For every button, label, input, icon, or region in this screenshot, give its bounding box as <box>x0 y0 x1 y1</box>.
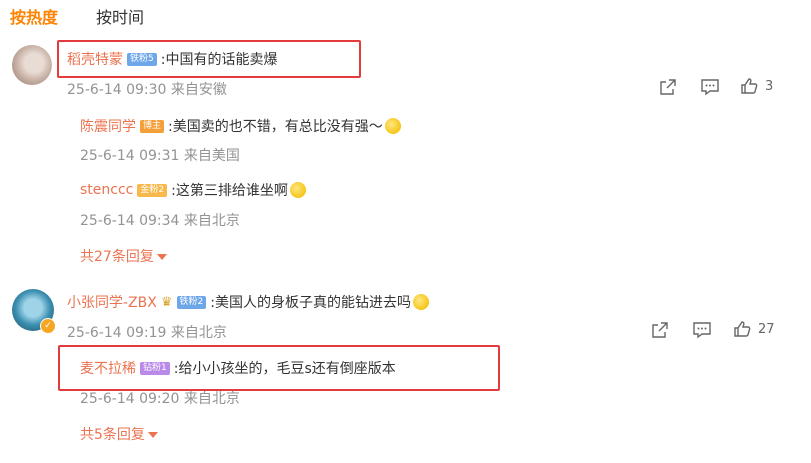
timestamp: 25-6-14 09:19 <box>67 325 167 341</box>
timestamp: 25-6-14 09:20 <box>80 391 180 407</box>
like-button[interactable]: 3 <box>740 77 773 95</box>
reply-text: :这第三排给谁坐啊 <box>171 183 288 199</box>
comment-button[interactable] <box>692 321 712 339</box>
fan-badge: 铁粉2 <box>176 295 207 309</box>
username[interactable]: 陈震同学 <box>80 116 136 136</box>
verified-badge-icon: ✓ <box>40 318 56 334</box>
like-count: 3 <box>765 78 774 94</box>
location: 来自北京 <box>183 391 240 407</box>
share-button[interactable] <box>651 321 669 339</box>
fan-badge: 金粉2 <box>137 183 168 197</box>
sort-tabs: 按热度 按时间 <box>10 4 144 28</box>
location: 来自美国 <box>183 148 240 164</box>
reply-text: :美国卖的也不错，有总比没有强～ <box>168 119 383 135</box>
expand-replies-link[interactable]: 共5条回复 <box>80 424 158 444</box>
timestamp: 25-6-14 09:34 <box>80 213 180 229</box>
crown-icon: ♛ <box>160 294 173 310</box>
comment-line: 小张同学-ZBX ♛ 铁粉2 :美国人的身板子真的能钻进去吗 <box>67 292 429 312</box>
laughing-tears-emoji-icon <box>412 294 429 310</box>
expand-label: 共27条回复 <box>80 249 154 265</box>
laughing-tears-emoji-icon <box>384 118 401 134</box>
thumbs-up-icon <box>734 321 751 337</box>
blogger-badge: 博主 <box>140 119 165 133</box>
share-icon <box>660 79 676 95</box>
reply-meta: 25-6-14 09:34 来自北京 <box>80 210 240 230</box>
reply-line: 陈震同学 博主 :美国卖的也不错，有总比没有强～ <box>80 116 401 136</box>
laughing-tears-emoji-icon <box>289 182 306 198</box>
share-icon <box>652 322 668 338</box>
comment-text: :美国人的身板子真的能钻进去吗 <box>210 295 411 311</box>
tab-by-time[interactable]: 按时间 <box>96 4 144 28</box>
like-button[interactable]: 27 <box>733 320 775 338</box>
reply-line: stenccc 金粉2 :这第三排给谁坐啊 <box>80 180 306 200</box>
reply-meta: 25-6-14 09:31 来自美国 <box>80 145 240 165</box>
like-count: 27 <box>758 321 775 337</box>
reply-meta: 25-6-14 09:20 来自北京 <box>80 388 240 408</box>
highlight-box <box>57 40 361 78</box>
username[interactable]: 小张同学-ZBX <box>67 292 157 312</box>
expand-replies-link[interactable]: 共27条回复 <box>80 246 167 266</box>
chevron-down-icon <box>147 432 158 438</box>
avatar[interactable] <box>12 45 52 85</box>
tab-by-hotness[interactable]: 按热度 <box>10 4 58 28</box>
expand-label: 共5条回复 <box>80 427 145 443</box>
thumbs-up-icon <box>741 78 758 94</box>
comment-button[interactable] <box>700 78 720 96</box>
location: 来自北京 <box>170 325 227 341</box>
comment-icon <box>701 79 719 96</box>
comment-meta: 25-6-14 09:30 来自安徽 <box>67 79 227 99</box>
comment-icon <box>693 322 711 339</box>
share-button[interactable] <box>659 78 677 96</box>
chevron-down-icon <box>156 254 167 260</box>
highlight-box <box>58 345 500 391</box>
timestamp: 25-6-14 09:30 <box>67 82 167 98</box>
location: 来自安徽 <box>170 82 227 98</box>
location: 来自北京 <box>183 213 240 229</box>
timestamp: 25-6-14 09:31 <box>80 148 180 164</box>
comment-meta: 25-6-14 09:19 来自北京 <box>67 322 227 342</box>
username[interactable]: stenccc <box>80 182 133 198</box>
